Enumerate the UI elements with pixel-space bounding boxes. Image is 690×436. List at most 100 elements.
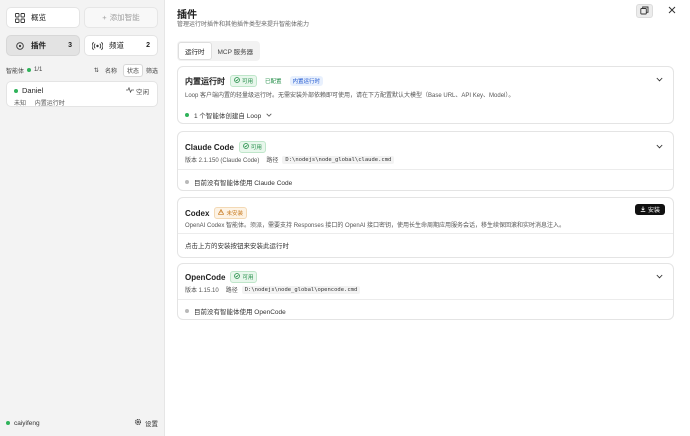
plugins-count: 3 xyxy=(68,42,72,49)
sort-icon[interactable]: ⇅ xyxy=(94,67,99,74)
card-footer: 点击上方的安装按钮来安装此运行时 xyxy=(185,240,289,250)
settings-button[interactable]: 设置 xyxy=(134,418,158,428)
plus-icon: + xyxy=(102,13,107,22)
online-dot xyxy=(27,68,32,72)
user-online-dot xyxy=(6,421,10,425)
user-row: caiyifeng 设置 xyxy=(6,418,158,428)
divider xyxy=(178,169,673,170)
codex-card: Codex 未安装 安装 OpenAI Codex 智能体。须派，需要支持 Re… xyxy=(177,197,674,258)
main-panel: 插件 管理运行时插件和其他插件类型来提升智能体能力 运行时 MCP 服务器 内置… xyxy=(166,0,690,436)
version-path-row: 版本 1.15.10 路径 D:\nodejs\node_global\open… xyxy=(185,285,361,294)
not-installed-label: 未安装 xyxy=(226,211,243,217)
agent-status-label: 空闲 xyxy=(136,89,149,96)
check-circle-icon xyxy=(234,77,240,85)
agent-name-row: Daniel xyxy=(14,86,43,95)
grid-icon xyxy=(14,12,25,23)
plugin-icon xyxy=(14,40,25,51)
add-agent-label: 添加智能 xyxy=(109,13,140,22)
card-footer: 目前没有智能体使用 Claude Code xyxy=(185,177,292,187)
version-text: 版本 2.1.150 (Claude Code) xyxy=(185,158,260,164)
check-circle-icon xyxy=(234,273,241,281)
card-description: OpenAI Codex 智能体。须派，需要支持 Responses 接口的 O… xyxy=(185,223,566,229)
agent-meta-left: 未知 xyxy=(14,101,27,107)
agent-status: 空闲 xyxy=(126,86,149,96)
agent-meta-right: 内置运行时 xyxy=(34,101,65,107)
chevron-down-small-icon xyxy=(266,112,272,119)
install-button[interactable]: 安装 xyxy=(634,204,665,215)
path-label: 路径 xyxy=(225,288,238,294)
chevron-down-icon[interactable] xyxy=(655,142,663,150)
add-agent-button[interactable]: + 添加智能 xyxy=(84,7,158,28)
divider xyxy=(178,233,673,234)
available-badge-label: 可用 xyxy=(242,79,254,85)
path-label: 路径 xyxy=(266,158,279,164)
nav-channels[interactable]: 频道 2 xyxy=(84,35,158,56)
install-path: D:\nodejs\node_global\claude.cmd xyxy=(282,155,395,164)
gray-dot xyxy=(185,180,189,184)
page-subtitle: 管理运行时插件和其他插件类型来提升智能体能力 xyxy=(177,22,310,28)
gray-dot xyxy=(185,309,189,313)
card-title: 内置运行时 xyxy=(185,76,225,86)
version-path-row: 版本 2.1.150 (Claude Code) 路径 D:\nodejs\no… xyxy=(185,155,395,164)
window-controls xyxy=(626,4,680,18)
chevron-down-icon[interactable] xyxy=(655,75,663,83)
warning-icon xyxy=(218,208,225,217)
builtin-badge: 内置运行时 xyxy=(289,76,324,86)
builtin-runtime-card: 内置运行时 可用 已配置 内置运行时 Loop 客户端内置的轻量级运行时。无需安… xyxy=(177,66,674,124)
available-badge-label: 可用 xyxy=(242,275,254,281)
close-icon xyxy=(668,6,676,16)
nav-overview-label: 概览 xyxy=(31,13,46,22)
not-installed-badge: 未安装 xyxy=(214,207,247,219)
card-title: Claude Code xyxy=(185,142,234,152)
settings-label: 设置 xyxy=(145,421,158,428)
install-label: 安装 xyxy=(647,208,660,214)
nav-plugins-label: 插件 xyxy=(31,41,46,50)
restore-button[interactable] xyxy=(636,4,653,18)
available-badge: 可用 xyxy=(238,141,266,153)
agent-card[interactable]: Daniel 空闲 未知 内置运行时 xyxy=(6,81,158,107)
agent-name: Daniel xyxy=(22,86,44,95)
sort-by-status[interactable]: 状态 xyxy=(122,63,143,77)
card-footer[interactable]: 1 个智能体创建自 Loop xyxy=(185,110,272,120)
available-badge: 可用 xyxy=(230,75,258,87)
card-title-row: Claude Code 可用 xyxy=(185,141,266,153)
install-path: D:\nodejs\node_global\opencode.cmd xyxy=(241,285,361,294)
agent-meta: 未知 内置运行时 xyxy=(14,98,72,107)
tab-mcp-servers[interactable]: MCP 服务器 xyxy=(212,43,260,59)
download-icon xyxy=(640,206,646,214)
available-badge-label: 可用 xyxy=(250,145,262,151)
configured-badge: 已配置 xyxy=(265,79,282,85)
chevron-down-icon[interactable] xyxy=(655,272,663,280)
footer-text: 点击上方的安装按钮来安装此运行时 xyxy=(185,243,289,250)
sort-by-name[interactable]: 名称 xyxy=(105,66,117,75)
agent-list-tools: ⇅ 名称 状态 筛选 xyxy=(88,63,158,77)
close-button[interactable] xyxy=(663,4,680,18)
available-badge: 可用 xyxy=(230,271,258,283)
agent-status-dot xyxy=(14,88,18,93)
sidebar: 概览 + 添加智能 插件 3 频道 2 智能体 1/1 ⇅ 名称 状态 筛选 D… xyxy=(0,0,165,436)
filter-label[interactable]: 筛选 xyxy=(146,66,158,75)
plugin-tabs: 运行时 MCP 服务器 xyxy=(177,41,261,61)
user-name[interactable]: caiyifeng xyxy=(14,420,40,427)
nav-overview[interactable]: 概览 xyxy=(6,7,80,28)
agents-label: 智能体 xyxy=(6,68,25,75)
card-title: Codex xyxy=(185,208,210,218)
version-text: 版本 1.15.10 xyxy=(185,288,219,294)
footer-text: 目前没有智能体使用 Claude Code xyxy=(194,180,293,187)
footer-text: 目前没有智能体使用 OpenCode xyxy=(194,309,286,316)
footer-text: 1 个智能体创建自 Loop xyxy=(194,113,262,120)
agents-header: 智能体 1/1 ⇅ 名称 状态 筛选 xyxy=(6,63,158,77)
card-title-row: 内置运行时 可用 已配置 内置运行时 xyxy=(185,75,324,87)
divider xyxy=(178,299,673,300)
nav-plugins[interactable]: 插件 3 xyxy=(6,35,80,56)
card-description: Loop 客户端内置的轻量级运行时。无需安装外部依赖即可使用，请在下方配置默认大… xyxy=(185,93,515,99)
channels-count: 2 xyxy=(146,42,150,49)
nav-channels-label: 频道 xyxy=(109,41,124,50)
card-title-row: OpenCode 可用 xyxy=(185,271,258,283)
opencode-card: OpenCode 可用 版本 1.15.10 路径 D:\nodejs\node… xyxy=(177,263,674,320)
tab-runtime[interactable]: 运行时 xyxy=(178,42,212,60)
broadcast-icon xyxy=(92,40,103,51)
claude-code-card: Claude Code 可用 版本 2.1.150 (Claude Code) … xyxy=(177,131,674,191)
restore-icon xyxy=(640,6,649,17)
card-footer: 目前没有智能体使用 OpenCode xyxy=(185,306,286,316)
